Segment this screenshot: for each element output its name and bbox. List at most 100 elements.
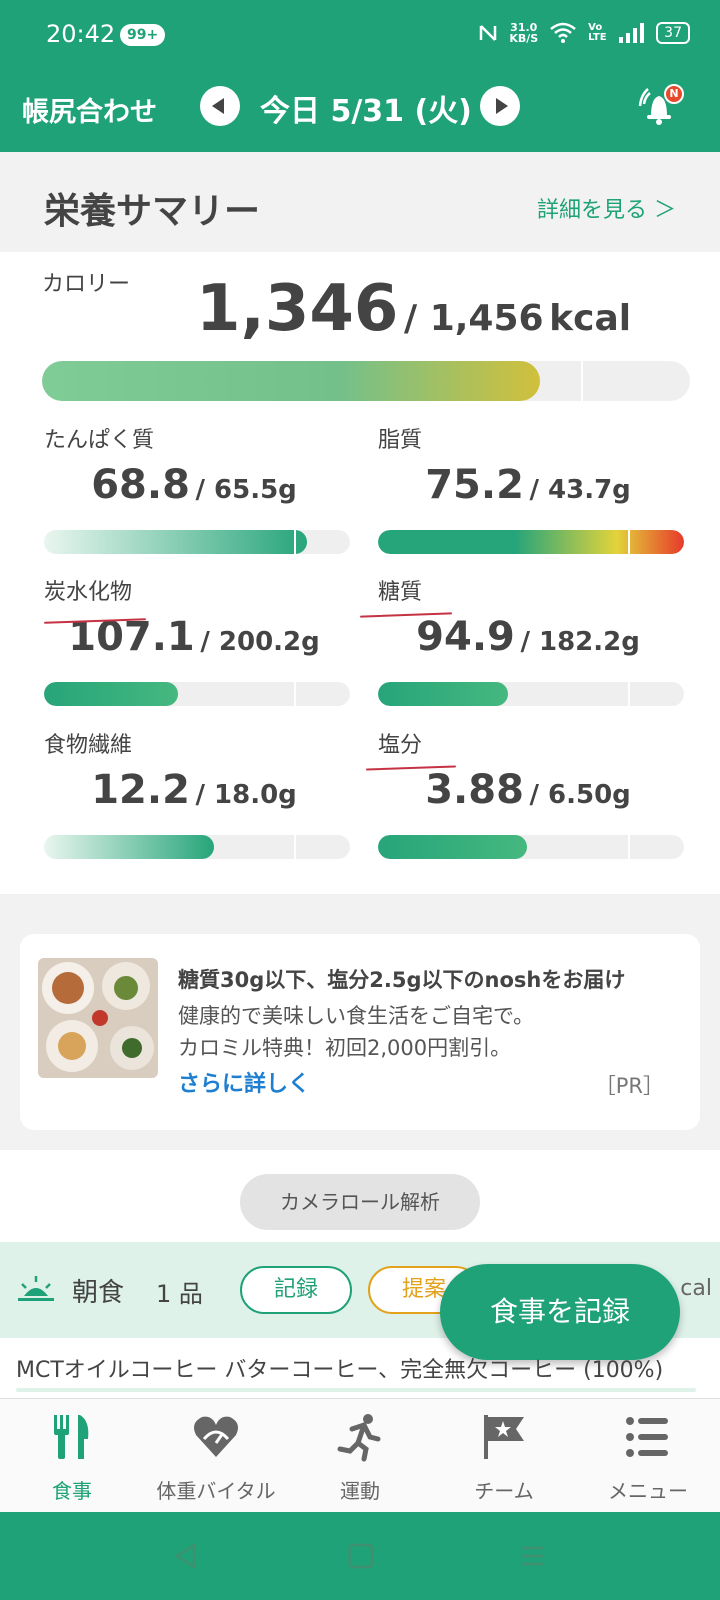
nutrient-bar bbox=[378, 682, 684, 706]
tab-label: チーム bbox=[474, 1479, 534, 1503]
nutrient-bar-fill bbox=[44, 682, 178, 706]
tab-exercise[interactable]: 運動 bbox=[288, 1411, 432, 1504]
nutrient-value: 94.9 / 182.2g bbox=[378, 614, 678, 660]
record-meal-fab[interactable]: 食事を記録 bbox=[440, 1264, 680, 1360]
calorie-intake: 1,346 bbox=[196, 272, 399, 346]
nutrient-intake: 68.8 bbox=[91, 462, 190, 508]
nutrient-bar bbox=[378, 530, 684, 554]
ad-section: 糖質30g以下、塩分2.5g以下のnoshをお届け 健康的で美味しい食生活をご自… bbox=[0, 894, 720, 1150]
bottom-tab-bar: 食事 体重バイタル 運動 チーム メニュー bbox=[0, 1398, 720, 1512]
system-nav-bar bbox=[0, 1512, 720, 1600]
tab-meal[interactable]: 食事 bbox=[0, 1411, 144, 1504]
nutrient-target-tick bbox=[628, 530, 630, 554]
calorie-bar-fill bbox=[42, 361, 540, 401]
nutrient-target-tick bbox=[628, 682, 630, 706]
food-photo bbox=[38, 958, 158, 1078]
food-item-divider bbox=[16, 1388, 696, 1392]
tab-weight-vital[interactable]: 体重バイタル bbox=[144, 1411, 288, 1504]
notification-bell-button[interactable]: N bbox=[636, 84, 684, 130]
status-icons: 31.0 KB/S Vo LTE 37 bbox=[479, 22, 690, 44]
clock: 20:42 bbox=[46, 20, 116, 48]
battery-icon: 37 bbox=[656, 22, 690, 44]
food-item[interactable]: MCTオイルコーヒー バターコーヒー、完全無欠コーヒー (100%) bbox=[16, 1352, 663, 1384]
nutrient-target: / 6.50g bbox=[529, 780, 631, 810]
nutrient-target-tick bbox=[294, 835, 296, 859]
nutrient-sugar: 糖質 94.9 / 182.2g bbox=[378, 574, 684, 714]
ad-text-line2: カロミル特典！初回2,000円割引。 bbox=[178, 1036, 512, 1060]
back-icon[interactable] bbox=[172, 1542, 200, 1570]
signal-icon bbox=[619, 23, 645, 43]
camera-roll-analysis-button[interactable]: カメラロール解析 bbox=[240, 1174, 480, 1230]
volte-icon: Vo LTE bbox=[588, 22, 607, 43]
nutrient-label: たんぱく質 bbox=[44, 428, 155, 453]
summary-header: 栄養サマリー 詳細を見る ＞ bbox=[0, 152, 720, 252]
calorie-target: / 1,456 bbox=[404, 298, 544, 339]
next-day-button[interactable] bbox=[480, 86, 520, 126]
calorie-value: 1,346 / 1,456 kcal bbox=[196, 272, 631, 346]
meal-item-count: 1 品 bbox=[156, 1280, 203, 1308]
nutrient-bar-fill bbox=[44, 835, 214, 859]
app-title: 帳尻合わせ bbox=[22, 97, 157, 128]
nutrient-dietary-fiber: 食物繊維 12.2 / 18.0g bbox=[44, 727, 350, 867]
network-speed: 31.0 KB/S bbox=[509, 21, 539, 45]
nutrient-value: 75.2 / 43.7g bbox=[378, 462, 678, 508]
calorie-bar bbox=[42, 361, 690, 401]
recents-icon[interactable] bbox=[518, 1542, 546, 1570]
nutrient-target: / 18.0g bbox=[195, 780, 297, 810]
nutrient-intake: 75.2 bbox=[425, 462, 524, 508]
nutrient-protein: たんぱく質 68.8 / 65.5g bbox=[44, 422, 350, 562]
fork-knife-icon bbox=[54, 1415, 89, 1459]
sunrise-icon bbox=[18, 1276, 54, 1301]
notification-count-badge: 99+ bbox=[120, 24, 166, 46]
app-header: 帳尻合わせ 今日 5/31 (火) N bbox=[0, 72, 720, 152]
nutrient-label: 脂質 bbox=[378, 428, 423, 453]
calorie-label: カロリー bbox=[42, 272, 131, 297]
record-button[interactable]: 記録 bbox=[240, 1266, 352, 1314]
nutrient-target: / 200.2g bbox=[200, 627, 320, 657]
wifi-icon bbox=[550, 22, 576, 43]
nutrient-carbohydrate: 炭水化物 107.1 / 200.2g bbox=[44, 574, 350, 714]
ad-text-line1: 健康的で美味しい食生活をご自宅で。 bbox=[178, 1004, 535, 1028]
nfc-icon bbox=[480, 25, 497, 41]
nutrient-fat: 脂質 75.2 / 43.7g bbox=[378, 422, 684, 562]
nutrient-target: / 182.2g bbox=[520, 627, 640, 657]
ad-card[interactable]: 糖質30g以下、塩分2.5g以下のnoshをお届け 健康的で美味しい食生活をご自… bbox=[20, 934, 700, 1130]
nutrient-bar-fill bbox=[378, 835, 527, 859]
calorie-unit: kcal bbox=[549, 298, 632, 339]
heart-gauge-icon bbox=[194, 1416, 238, 1457]
nutrient-intake: 12.2 bbox=[91, 767, 190, 813]
ad-pr-label: ［PR］ bbox=[594, 1074, 664, 1098]
home-icon[interactable] bbox=[347, 1542, 375, 1570]
tab-label: 体重バイタル bbox=[156, 1479, 276, 1503]
tab-label: 運動 bbox=[340, 1479, 380, 1503]
nutrient-bar bbox=[44, 835, 350, 859]
menu-list-icon bbox=[626, 1417, 668, 1457]
prev-day-button[interactable] bbox=[200, 86, 240, 126]
new-badge: N bbox=[664, 84, 684, 104]
tab-label: 食事 bbox=[52, 1479, 92, 1503]
tab-label: メニュー bbox=[608, 1479, 688, 1503]
tab-menu[interactable]: メニュー bbox=[576, 1411, 720, 1504]
nutrient-value: 3.88 / 6.50g bbox=[378, 767, 678, 813]
runner-icon bbox=[337, 1414, 381, 1462]
detail-link[interactable]: 詳細を見る ＞ bbox=[537, 192, 676, 224]
nutrient-target-tick bbox=[294, 530, 296, 554]
current-date[interactable]: 今日 5/31 (火) bbox=[260, 86, 472, 130]
nutrient-bar-fill bbox=[378, 530, 684, 554]
calorie-target-tick bbox=[581, 361, 583, 401]
nutrient-value: 68.8 / 65.5g bbox=[44, 462, 344, 508]
nutrient-bar-fill bbox=[44, 530, 307, 554]
nutrient-target: / 65.5g bbox=[195, 475, 297, 505]
nutrient-label: 塩分 bbox=[378, 733, 423, 758]
flag-star-icon bbox=[484, 1415, 524, 1459]
nutrient-bar bbox=[44, 682, 350, 706]
meal-name: 朝食 bbox=[72, 1278, 125, 1308]
tab-team[interactable]: チーム bbox=[432, 1411, 576, 1504]
nutrient-intake: 3.88 bbox=[425, 767, 524, 813]
meal-calories: cal bbox=[680, 1276, 712, 1301]
nutrient-target: / 43.7g bbox=[529, 475, 631, 505]
summary-title: 栄養サマリー bbox=[44, 191, 261, 232]
ad-more-link[interactable]: さらに詳しく bbox=[178, 1066, 310, 1098]
nutrient-value: 12.2 / 18.0g bbox=[44, 767, 344, 813]
nutrient-label: 食物繊維 bbox=[44, 733, 133, 758]
